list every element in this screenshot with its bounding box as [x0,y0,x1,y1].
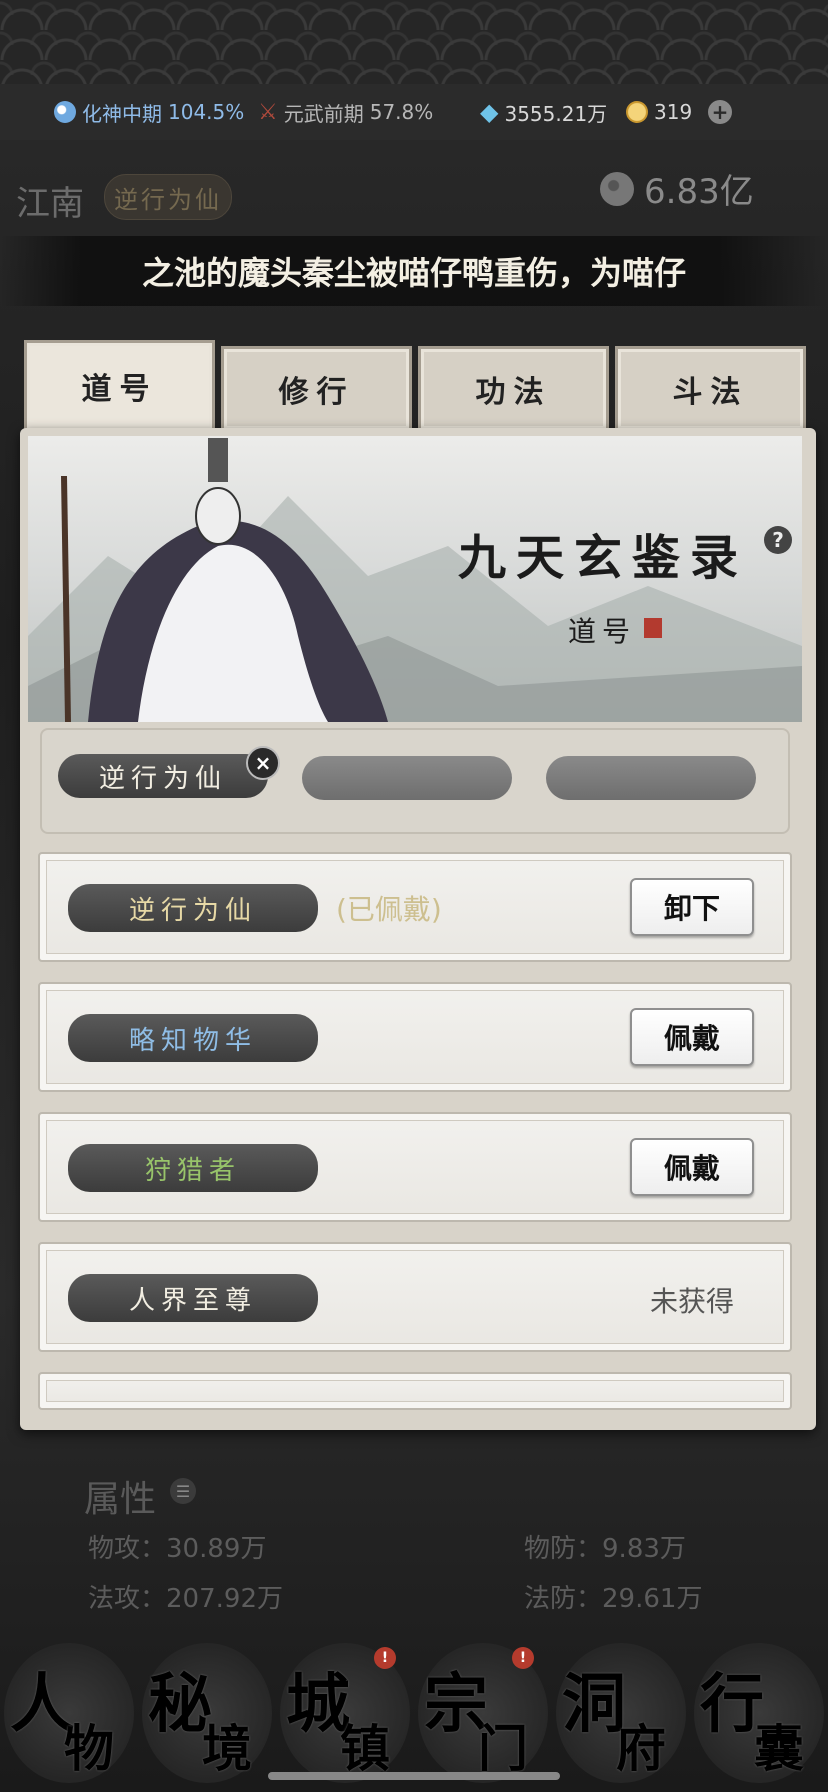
coin-stat[interactable]: 319 [626,100,692,124]
title-name: 逆行为仙 [128,895,257,926]
attributes-title: 属性 [84,1479,157,1520]
phys-atk-label: 物攻： [88,1534,167,1564]
tab-xiuxing[interactable]: 修行 [221,346,412,432]
phys-def-label: 物防： [524,1534,603,1564]
crystal-icon: ◆ [480,98,499,126]
mag-def-value: 29.61万 [602,1584,703,1614]
top-wave-pattern [0,0,828,90]
mag-def-row: 法防：29.61万 [524,1578,702,1615]
tab-daohao[interactable]: 道号 [24,340,215,432]
ticker-text: 之池的魔头秦尘被喵仔鸭重伤，为喵仔 [141,254,686,292]
region-name: 江南 [16,184,84,224]
help-icon[interactable]: ? [764,526,792,554]
nav-bag-small: 囊 [754,1719,804,1778]
nav-town[interactable]: 城 镇 ! [280,1643,410,1783]
red-seal-stamp [644,618,662,638]
phys-atk-value: 30.89万 [166,1534,267,1564]
unequip-button[interactable]: 卸下 [630,878,754,936]
region-title-tag: 逆行为仙 [104,174,232,220]
tab-doufa[interactable]: 斗法 [615,346,806,432]
nav-cave-small: 府 [616,1719,666,1778]
title-name-pill: 略知物华 [68,1014,318,1062]
title-name-pill: 人界至尊 [68,1274,318,1322]
equipped-slot-3[interactable] [546,756,756,800]
resource-status-bar: 化神中期 104.5% ⚔ 元武前期 57.8% ◆ 3555.21万 319 … [0,84,828,141]
money-amount: 6.83亿 [644,172,754,212]
mag-atk-row: 法攻：207.92万 [88,1578,283,1615]
banner-title: 九天玄鉴录 [458,530,749,586]
unequip-close-icon[interactable]: × [246,746,280,780]
realm-a-pct: 104.5% [168,100,245,124]
list-icon[interactable]: ☰ [170,1478,196,1504]
mag-atk-label: 法攻： [88,1584,167,1614]
staff [61,475,71,722]
bottom-navigation: 人 物 秘 境 城 镇 ! 宗 门 ! 洞 府 行 囊 [0,1634,828,1792]
title-card-4: 人界至尊 未获得 [38,1242,792,1352]
realm-b-name: 元武前期 [283,101,364,126]
add-currency-button[interactable]: + [708,100,732,124]
title-name-pill: 狩猎者 [68,1144,318,1192]
banner-subtitle: 道号 [568,615,637,648]
yin-yang-money-icon [600,171,634,206]
weapon-icon: ⚔ [258,99,278,125]
equipped-slot-1[interactable]: 逆行为仙 [58,754,268,798]
coin-icon [626,101,648,123]
title-name: 人界至尊 [128,1285,257,1316]
nav-secret-realm-small: 境 [202,1719,252,1778]
mag-atk-value: 207.92万 [166,1584,283,1614]
tab-gongfa[interactable]: 功法 [418,346,609,432]
title-name: 狩猎者 [144,1155,241,1186]
realm-b-stat[interactable]: ⚔ 元武前期 57.8% [258,98,433,127]
nav-bag[interactable]: 行 囊 [694,1643,824,1783]
nav-secret-realm[interactable]: 秘 境 [142,1643,272,1783]
crystal-stat[interactable]: ◆ 3555.21万 [480,98,607,127]
title-card-3: 狩猎者 佩戴 [38,1112,792,1222]
home-indicator[interactable] [268,1772,560,1780]
tab-bar: 道号 修行 功法 斗法 [24,340,806,432]
news-ticker: 之池的魔头秦尘被喵仔鸭重伤，为喵仔 [0,236,828,306]
mag-def-label: 法防： [524,1584,603,1614]
realm-a-stat[interactable]: 化神中期 104.5% [54,98,244,127]
nav-town-small: 镇 [340,1719,390,1778]
unobtained-label: 未获得 [649,1285,734,1318]
nav-character-small: 物 [64,1719,114,1778]
equip-button[interactable]: 佩戴 [630,1008,754,1066]
title-name-pill: 逆行为仙 [68,884,318,932]
title-name: 略知物华 [128,1025,257,1056]
money-display: 6.83亿 [600,164,754,213]
equip-button[interactable]: 佩戴 [630,1138,754,1196]
crystal-amount: 3555.21万 [504,101,608,126]
nav-cave[interactable]: 洞 府 [556,1643,686,1783]
title-card-5-partial [38,1372,792,1410]
realm-a-name: 化神中期 [82,101,162,126]
nav-sect[interactable]: 宗 门 ! [418,1643,548,1783]
nav-sect-alert-badge: ! [512,1647,534,1669]
equipped-slot-1-label: 逆行为仙 [98,763,227,794]
phys-def-value: 9.83万 [602,1534,686,1564]
nav-sect-small: 门 [478,1719,528,1778]
equipped-state: (已佩戴) [336,893,442,926]
title-card-1: 逆行为仙 (已佩戴) 卸下 [38,852,792,962]
title-card-2: 略知物华 佩戴 [38,982,792,1092]
nav-town-alert-badge: ! [374,1647,396,1669]
nav-character[interactable]: 人 物 [4,1643,134,1783]
realm-b-pct: 57.8% [369,100,434,124]
coin-amount: 319 [654,100,693,124]
yin-yang-icon [54,101,76,123]
phys-atk-row: 物攻：30.89万 [88,1528,266,1565]
equipped-slot-2[interactable] [302,756,512,800]
phys-def-row: 物防：9.83万 [524,1528,686,1565]
